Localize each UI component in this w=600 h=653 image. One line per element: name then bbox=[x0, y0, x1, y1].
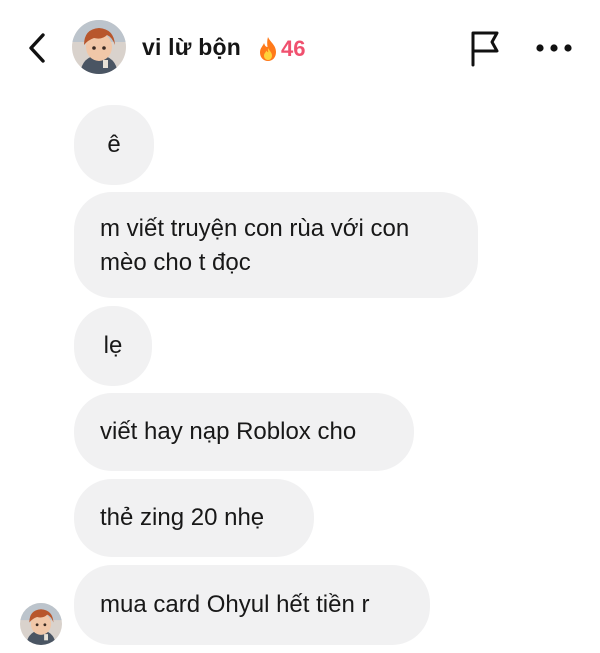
message-text-line: m viết truyện con rùa với con bbox=[100, 215, 410, 242]
fire-icon bbox=[260, 37, 276, 61]
chat-header: vi lừ bộn 46 bbox=[0, 0, 600, 90]
message-text: lẹ bbox=[103, 332, 123, 359]
message-bubble[interactable]: lẹ bbox=[74, 306, 152, 386]
streak-badge: 46 bbox=[257, 34, 305, 64]
more-horizontal-icon bbox=[536, 44, 572, 52]
message-text: ê bbox=[107, 131, 121, 158]
message-text: viết hay nạp Roblox cho bbox=[100, 418, 357, 445]
message-text: mua card Ohyul hết tiền r bbox=[100, 591, 370, 618]
contact-name[interactable]: vi lừ bộn bbox=[142, 34, 241, 61]
message-bubble[interactable]: viết hay nạp Roblox cho bbox=[74, 393, 414, 471]
streak-count: 46 bbox=[281, 36, 306, 61]
more-button[interactable] bbox=[532, 28, 576, 68]
report-button[interactable] bbox=[466, 28, 504, 68]
contact-avatar[interactable] bbox=[72, 20, 126, 74]
message-bubble[interactable]: ê bbox=[74, 105, 154, 185]
back-button[interactable] bbox=[22, 30, 52, 66]
message-bubble[interactable]: thẻ zing 20 nhẹ bbox=[74, 479, 314, 557]
message-bubble[interactable]: mua card Ohyul hết tiền r bbox=[74, 565, 430, 645]
flag-icon bbox=[471, 31, 499, 67]
message-text-line: mèo cho t đọc bbox=[100, 249, 251, 276]
message-bubble[interactable]: m viết truyện con rùa với con mèo cho t … bbox=[74, 192, 478, 298]
chevron-left-icon bbox=[29, 33, 45, 63]
sender-avatar[interactable] bbox=[20, 603, 62, 645]
message-text: thẻ zing 20 nhẹ bbox=[100, 504, 265, 531]
